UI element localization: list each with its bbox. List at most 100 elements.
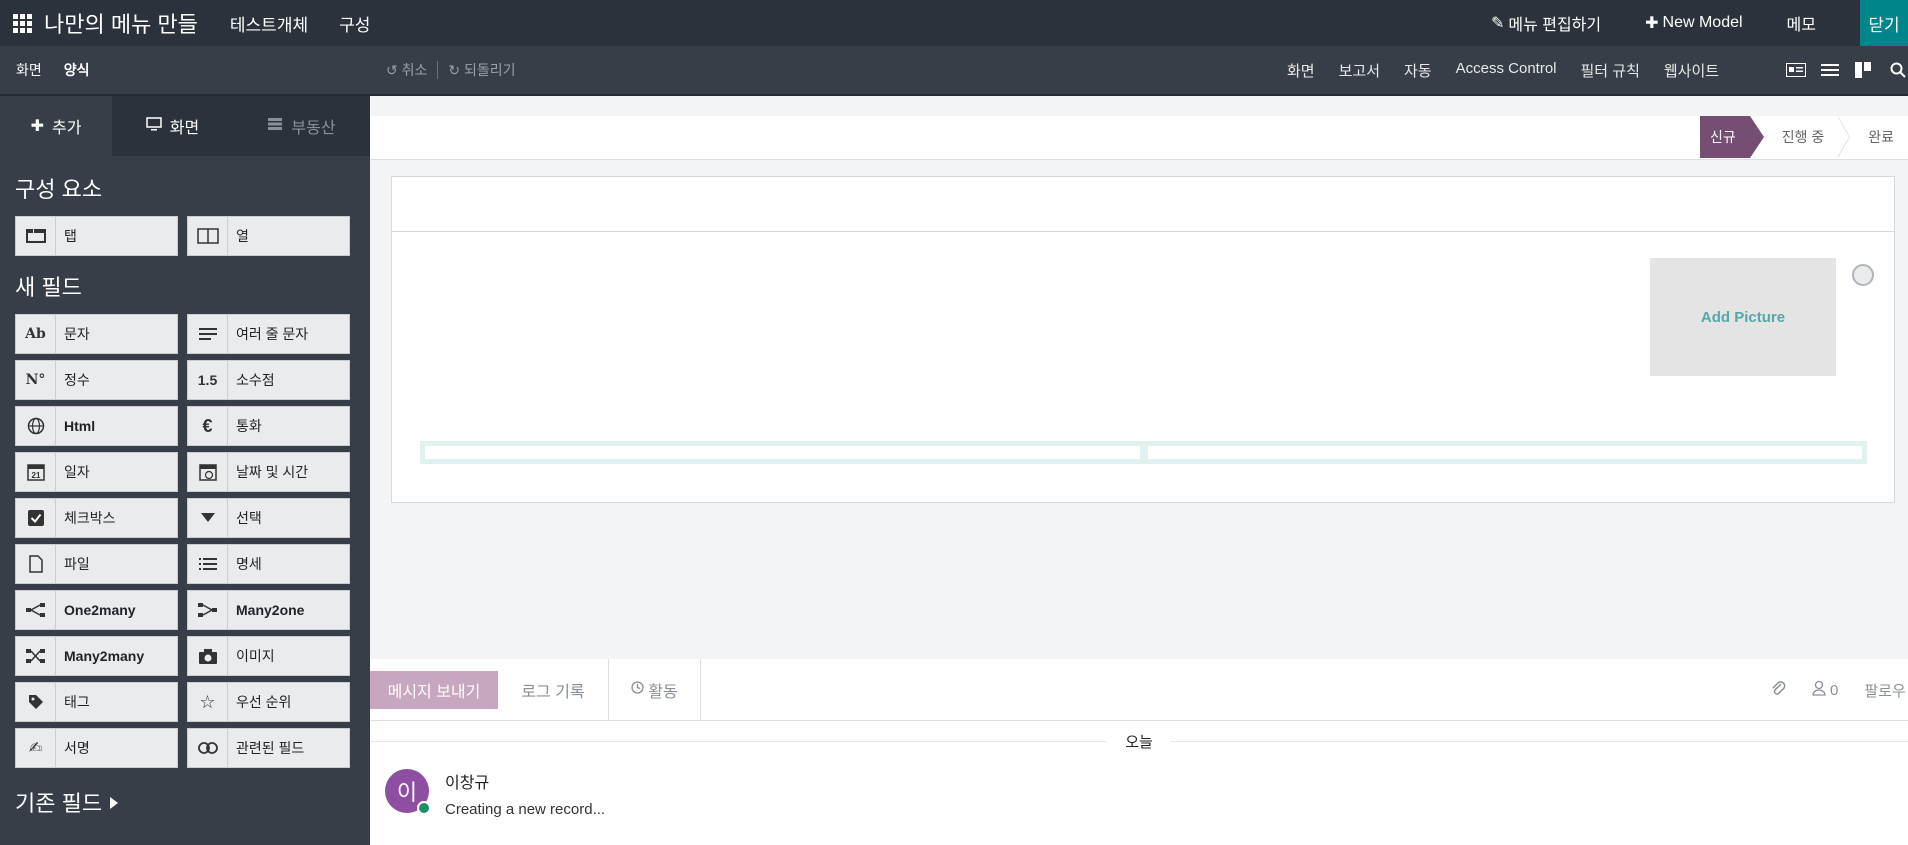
nav-website[interactable]: 웹사이트	[1664, 60, 1719, 81]
field-tags[interactable]: 태그	[15, 682, 178, 722]
field-label: 소수점	[236, 372, 275, 388]
message-author[interactable]: 이창규	[445, 769, 605, 793]
currency-icon: €	[188, 407, 228, 445]
many2one-icon	[188, 591, 228, 629]
new-model-label: New Model	[1662, 14, 1743, 31]
lines-icon	[188, 545, 228, 583]
send-message-button[interactable]: 메시지 보내기	[370, 670, 498, 709]
tab-icon	[16, 217, 56, 255]
field-priority[interactable]: ☆ 우선 순위	[187, 682, 350, 722]
field-text[interactable]: 여러 줄 문자	[187, 314, 350, 354]
nav-access-control[interactable]: Access Control	[1456, 60, 1557, 81]
field-label: 문자	[64, 326, 90, 342]
plus-icon: ✚	[1645, 15, 1659, 32]
avatar-initial: 이	[396, 780, 418, 805]
sheet-header[interactable]	[392, 177, 1894, 232]
nav-views[interactable]: 화면	[1287, 60, 1315, 81]
checkbox-icon	[16, 499, 56, 537]
stage-new[interactable]: 신규	[1699, 116, 1764, 158]
field-label: 서명	[64, 740, 90, 756]
app-title[interactable]: 나만의 메뉴 만들	[44, 7, 198, 39]
column-left[interactable]	[425, 446, 1148, 459]
follow-button[interactable]: 팔로우	[1864, 680, 1905, 701]
top-navbar: 나만의 메뉴 만들 테스트개체 구성 ✎ 메뉴 편집하기 ✚ New Model…	[0, 0, 1908, 46]
form-sheet[interactable]: Add Picture	[391, 176, 1895, 503]
field-one2many[interactable]: One2many	[15, 590, 178, 630]
field-date[interactable]: 21 일자	[15, 452, 178, 492]
column-right[interactable]	[1147, 446, 1862, 459]
text-icon: Ab	[16, 315, 56, 353]
tab-add[interactable]: ✚ 추가	[0, 96, 112, 156]
add-picture-placeholder[interactable]: Add Picture	[1650, 258, 1836, 376]
field-many2many[interactable]: Many2many	[15, 636, 178, 676]
close-button[interactable]: 닫기	[1860, 0, 1908, 46]
form-view-icon[interactable]	[1785, 61, 1807, 79]
field-float[interactable]: 1.5 소수점	[187, 360, 350, 400]
field-integer[interactable]: N° 정수	[15, 360, 178, 400]
field-label: 여러 줄 문자	[236, 326, 309, 342]
followers-button[interactable]: 0	[1812, 680, 1838, 700]
paperclip-icon[interactable]	[1770, 679, 1786, 701]
field-signature[interactable]: ✍ 서명	[15, 728, 178, 768]
field-boolean[interactable]: 체크박스	[15, 498, 178, 538]
columns-icon	[188, 217, 228, 255]
field-html[interactable]: Html	[15, 406, 178, 446]
field-label: 명세	[236, 556, 262, 572]
menu-test-object[interactable]: 테스트개체	[230, 11, 308, 36]
globe-icon	[16, 407, 56, 445]
edit-menu-button[interactable]: ✎ 메뉴 편집하기	[1491, 11, 1601, 35]
field-datetime[interactable]: 날짜 및 시간	[187, 452, 350, 492]
calendar-icon: 21	[16, 453, 56, 491]
nav-reports[interactable]: 보고서	[1339, 60, 1380, 81]
field-char[interactable]: Ab 문자	[15, 314, 178, 354]
field-image[interactable]: 이미지	[187, 636, 350, 676]
stage-separator	[1837, 116, 1851, 158]
new-model-button[interactable]: ✚ New Model	[1645, 13, 1742, 33]
avatar[interactable]: 이	[385, 769, 431, 815]
memo-button[interactable]: 메모	[1787, 11, 1816, 35]
existing-fields-toggle[interactable]: 기존 필드	[15, 786, 370, 818]
field-label: 일자	[64, 464, 90, 480]
online-status-icon	[417, 801, 431, 815]
component-columns[interactable]: 열	[187, 216, 350, 256]
status-circle[interactable]	[1852, 264, 1874, 286]
kanban-view-icon[interactable]	[1853, 61, 1875, 79]
undo-button[interactable]: 취소	[402, 60, 428, 80]
log-note-button[interactable]: 로그 기록	[498, 658, 609, 721]
field-label: Html	[64, 418, 96, 434]
message-item: 이 이창규 Creating a new record...	[385, 769, 605, 818]
nav-automations[interactable]: 자동	[1404, 60, 1432, 81]
field-many2one[interactable]: Many2one	[187, 590, 350, 630]
column-group[interactable]	[420, 441, 1867, 464]
field-related[interactable]: 관련된 필드	[187, 728, 350, 768]
field-label: 통화	[236, 418, 262, 434]
list-view-icon[interactable]	[1819, 61, 1841, 79]
apps-menu-icon[interactable]	[0, 0, 44, 46]
undo-icon[interactable]: ↺	[386, 62, 398, 79]
activity-button[interactable]: 활동	[609, 658, 701, 721]
caret-right-icon	[110, 789, 119, 815]
field-selection[interactable]: 선택	[187, 498, 350, 538]
field-label: One2many	[64, 602, 136, 618]
tab-properties[interactable]: 부동산	[233, 96, 370, 156]
field-label: 태그	[64, 694, 90, 710]
form-editor: 신규 진행 중 완료 Add Picture 메시지 보내기 로그 기록 활동	[370, 96, 1908, 845]
field-label: Many2many	[64, 648, 145, 664]
breadcrumb-views[interactable]: 화면	[16, 60, 42, 80]
tab-view-label: 화면	[169, 120, 200, 137]
monitor-icon	[146, 116, 162, 136]
nav-filter-rules[interactable]: 필터 규칙	[1581, 60, 1640, 81]
integer-icon: N°	[16, 361, 56, 399]
field-monetary[interactable]: € 통화	[187, 406, 350, 446]
field-binary[interactable]: 파일	[15, 544, 178, 584]
clock-icon	[631, 680, 644, 699]
stage-in-progress[interactable]: 진행 중	[1764, 116, 1839, 158]
field-lines[interactable]: 명세	[187, 544, 350, 584]
component-tab[interactable]: 탭	[15, 216, 178, 256]
stage-done[interactable]: 완료	[1850, 116, 1908, 158]
tab-view[interactable]: 화면	[112, 96, 233, 156]
redo-icon[interactable]: ↻	[448, 62, 460, 79]
redo-button[interactable]: 되돌리기	[464, 60, 516, 80]
search-icon[interactable]	[1887, 61, 1908, 79]
menu-configuration[interactable]: 구성	[339, 11, 370, 36]
